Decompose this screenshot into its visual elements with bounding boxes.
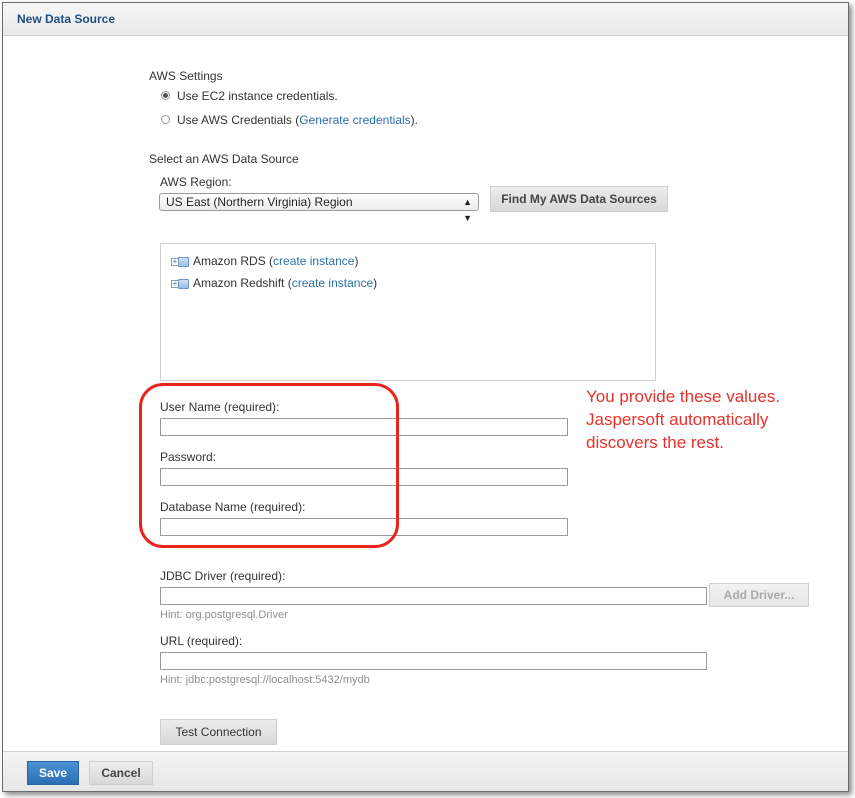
aws-credentials-option[interactable]: Use AWS Credentials (Generate credential… [177,113,418,127]
save-button[interactable]: Save [27,761,79,785]
ec2-credentials-label[interactable]: Use EC2 instance credentials. [177,89,338,103]
aws-region-label: AWS Region: [160,175,232,189]
aws-region-value: US East (Northern Virginia) Region [166,195,353,209]
url-label: URL (required): [160,634,243,648]
annotation-line: discovers the rest. [586,433,724,452]
jdbc-driver-hint: Hint: org.postgresql.Driver [160,609,288,621]
jdbc-driver-input[interactable] [160,587,707,605]
create-redshift-instance-link[interactable]: create instance [292,276,373,290]
paren-open: ( [284,276,292,290]
aws-credentials-label-end: ). [410,113,419,127]
dialog-title: New Data Source [17,12,116,26]
generate-credentials-link[interactable]: Generate credentials [299,113,410,127]
ec2-credentials-radio[interactable] [161,91,170,100]
tree-item-label: Amazon RDS [193,254,266,268]
expand-folder-icon[interactable]: + [171,278,189,290]
tree-item-label: Amazon Redshift [193,276,285,290]
find-aws-data-sources-button[interactable]: Find My AWS Data Sources [490,186,668,212]
annotation-highlight-ring [139,383,399,548]
dialog-footer: Save Cancel [3,751,848,791]
create-rds-instance-link[interactable]: create instance [273,254,354,268]
aws-credentials-label: Use AWS Credentials ( [177,113,300,127]
aws-settings-heading: AWS Settings [149,69,223,83]
expand-folder-icon[interactable]: + [171,256,189,268]
paren-close: ) [373,276,378,290]
paren-open: ( [265,254,274,268]
aws-credentials-radio[interactable] [161,115,170,124]
url-hint: Hint: jdbc:postgresql://localhost:5432/m… [160,674,370,686]
select-arrows-icon: ▲ ▼ [463,197,472,223]
annotation-line: You provide these values. [586,387,781,406]
tree-item-amazon-rds[interactable]: + Amazon RDS (create instance) [171,254,358,268]
cancel-button[interactable]: Cancel [89,761,153,785]
new-data-source-dialog: New Data Source AWS Settings Use EC2 ins… [2,2,849,792]
url-input[interactable] [160,652,707,670]
test-connection-button[interactable]: Test Connection [160,719,277,745]
aws-region-select[interactable]: US East (Northern Virginia) Region ▲ ▼ [159,193,479,223]
annotation-line: Jaspersoft automatically [586,410,769,429]
aws-data-source-tree[interactable]: + Amazon RDS (create instance) + Amazon Re… [160,243,656,381]
select-data-source-heading: Select an AWS Data Source [149,152,299,166]
paren-close: ) [354,254,359,268]
annotation-text: You provide these values. Jaspersoft aut… [586,385,836,454]
jdbc-driver-label: JDBC Driver (required): [160,569,286,583]
add-driver-button[interactable]: Add Driver... [709,583,809,607]
tree-item-amazon-redshift[interactable]: + Amazon Redshift (create instance) [171,276,377,290]
dialog-titlebar: New Data Source [3,3,848,36]
